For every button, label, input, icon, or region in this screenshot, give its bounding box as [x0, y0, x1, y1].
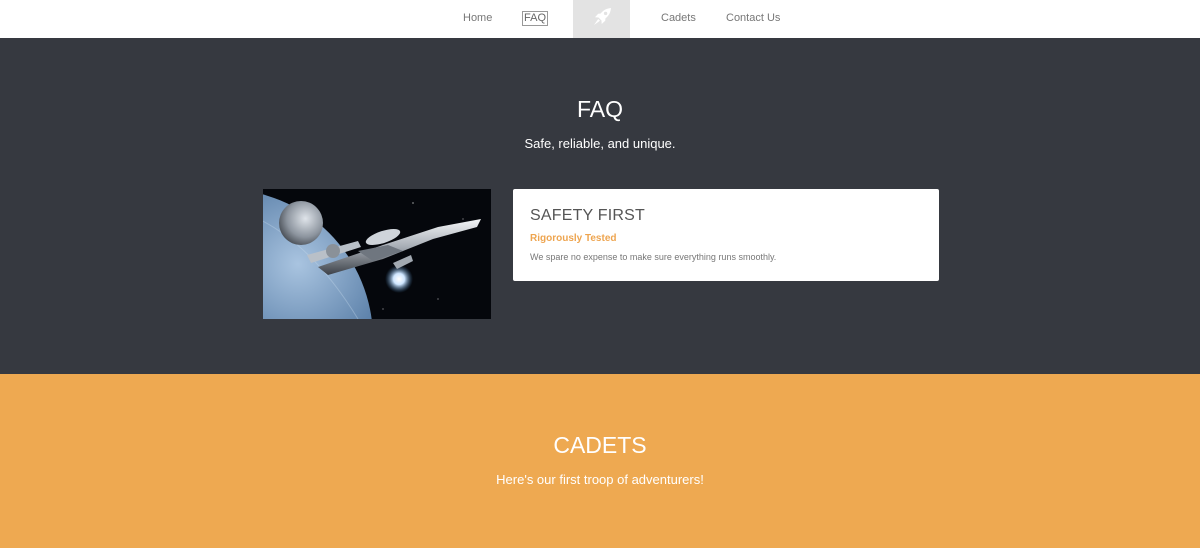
faq-title: FAQ	[576, 96, 623, 122]
cadets-title: CADETS	[553, 432, 647, 458]
card-title: SAFETY FIRST	[530, 207, 646, 224]
faq-section: FAQ Safe, reliable, and unique. SAFETY F…	[0, 38, 1200, 374]
faq-subtitle: Safe, reliable, and unique.	[524, 136, 676, 151]
nav-link-cadets[interactable]: Cadets	[661, 12, 696, 25]
nav-link-faq[interactable]: FAQ	[522, 11, 549, 26]
card-description: We spare no expense to make sure everyth…	[530, 252, 777, 262]
nav-link-contact-us[interactable]: Contact Us	[726, 12, 780, 25]
top-navbar: Home FAQ Cadets Contact Us	[0, 0, 1200, 38]
nav-link-home[interactable]: Home	[463, 12, 492, 25]
cadets-section: CADETS Here's our first troop of adventu…	[0, 374, 1200, 548]
cadets-subtitle: Here's our first troop of adventurers!	[496, 472, 704, 487]
starship-image	[263, 189, 491, 319]
faq-card: SAFETY FIRST Rigorously Tested We spare …	[513, 189, 939, 281]
card-subtitle: Rigorously Tested	[530, 233, 617, 244]
rocket-icon	[590, 5, 614, 34]
logo-button[interactable]	[573, 0, 630, 38]
